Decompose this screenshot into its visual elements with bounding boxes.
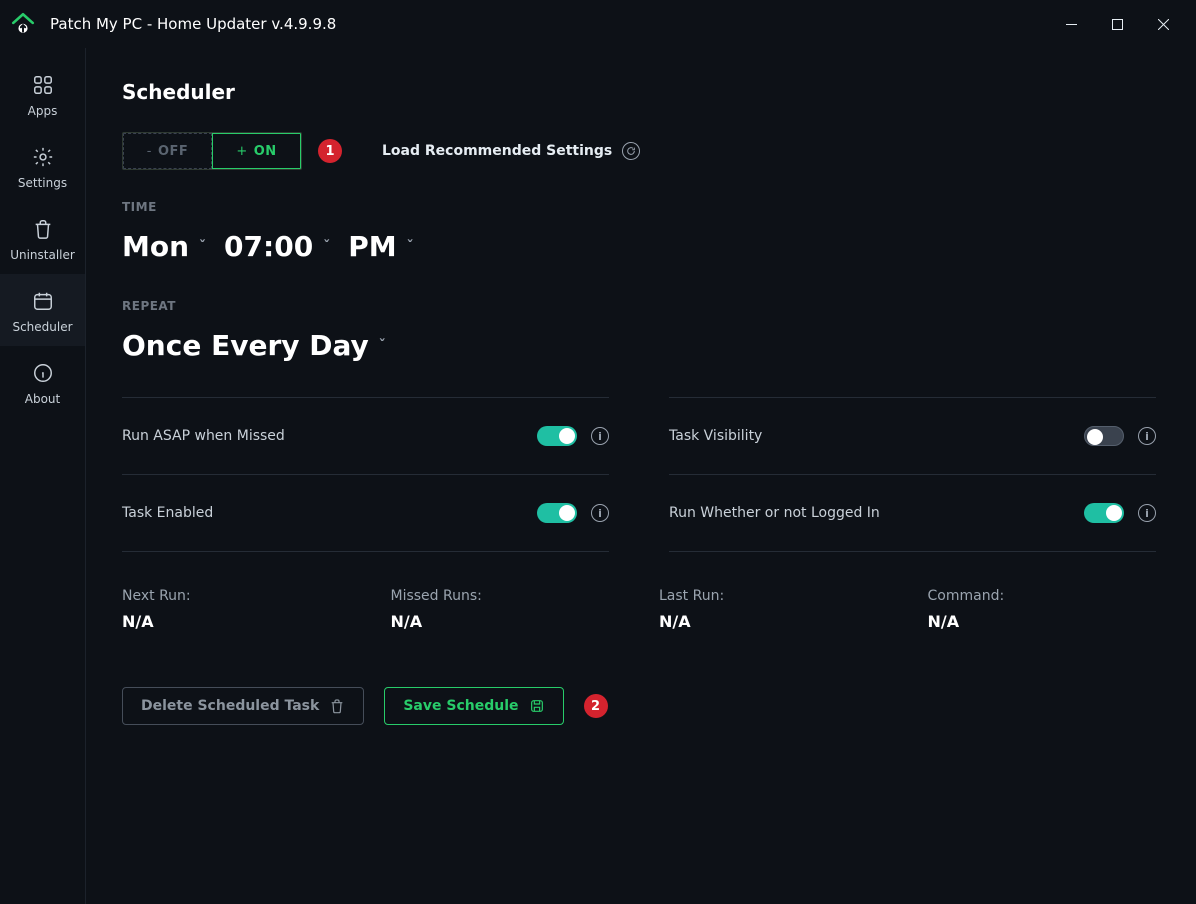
status-next-run: Next Run: N/A — [122, 588, 351, 631]
info-icon[interactable]: i — [591, 504, 609, 522]
button-label: Delete Scheduled Task — [141, 698, 319, 714]
trash-icon — [329, 698, 345, 714]
repeat-section-label: REPEAT — [122, 299, 1156, 313]
time-section-label: TIME — [122, 200, 1156, 214]
chevron-down-icon: ˇ — [379, 338, 386, 354]
maximize-button[interactable] — [1094, 1, 1140, 47]
status-value: N/A — [928, 612, 1157, 631]
toggle-off-label: OFF — [158, 144, 188, 159]
repeat-picker[interactable]: Once Every Day ˇ — [122, 329, 386, 362]
window-title: Patch My PC - Home Updater v.4.9.9.8 — [50, 15, 336, 33]
status-missed-runs: Missed Runs: N/A — [391, 588, 620, 631]
info-icon[interactable]: i — [1138, 427, 1156, 445]
day-picker[interactable]: Mon ˇ — [122, 230, 206, 263]
info-icon — [30, 360, 56, 386]
time-picker[interactable]: 07:00 ˇ — [224, 230, 330, 263]
annotation-badge-1: 1 — [318, 139, 342, 163]
sidebar-item-settings[interactable]: Settings — [0, 130, 85, 202]
chevron-down-icon: ˇ — [199, 239, 206, 255]
delete-schedule-button[interactable]: Delete Scheduled Task — [122, 687, 364, 725]
button-label: Save Schedule — [403, 698, 518, 714]
option-label: Task Enabled — [122, 505, 213, 521]
toggle-on-label: ON — [254, 144, 277, 159]
trash-icon — [30, 216, 56, 242]
sidebar-item-label: Apps — [28, 104, 58, 118]
status-value: N/A — [659, 612, 888, 631]
main-content: Scheduler -OFF +ON 1 Load Recommended Se… — [86, 48, 1196, 904]
status-label: Last Run: — [659, 588, 888, 604]
option-label: Run Whether or not Logged In — [669, 505, 880, 521]
status-last-run: Last Run: N/A — [659, 588, 888, 631]
ampm-picker[interactable]: PM ˇ — [348, 230, 413, 263]
save-icon — [529, 698, 545, 714]
app-logo-icon — [10, 11, 36, 37]
page-title: Scheduler — [122, 80, 1156, 104]
refresh-icon — [622, 142, 640, 160]
status-label: Command: — [928, 588, 1157, 604]
sidebar-item-scheduler[interactable]: Scheduler — [0, 274, 85, 346]
scheduler-toggle[interactable]: -OFF +ON — [122, 132, 302, 170]
title-bar: Patch My PC - Home Updater v.4.9.9.8 — [0, 0, 1196, 48]
status-label: Missed Runs: — [391, 588, 620, 604]
gear-icon — [30, 144, 56, 170]
minimize-button[interactable] — [1048, 1, 1094, 47]
info-icon[interactable]: i — [591, 427, 609, 445]
sidebar-item-label: Settings — [18, 176, 67, 190]
option-task-enabled: Task Enabled i — [122, 474, 609, 552]
sidebar-item-uninstaller[interactable]: Uninstaller — [0, 202, 85, 274]
calendar-icon — [30, 288, 56, 314]
switch-run-asap[interactable] — [537, 426, 577, 446]
load-recommended-label: Load Recommended Settings — [382, 143, 612, 159]
sidebar-item-label: Uninstaller — [10, 248, 75, 262]
load-recommended-button[interactable]: Load Recommended Settings — [370, 134, 652, 168]
ampm-value: PM — [348, 230, 396, 263]
toggle-off[interactable]: -OFF — [123, 133, 212, 169]
option-run-logged-in: Run Whether or not Logged In i — [669, 474, 1156, 552]
sidebar-item-label: About — [25, 392, 60, 406]
sidebar-item-apps[interactable]: Apps — [0, 58, 85, 130]
info-icon[interactable]: i — [1138, 504, 1156, 522]
status-value: N/A — [122, 612, 351, 631]
day-value: Mon — [122, 230, 189, 263]
option-run-asap: Run ASAP when Missed i — [122, 397, 609, 475]
apps-icon — [30, 72, 56, 98]
time-value: 07:00 — [224, 230, 313, 263]
option-label: Run ASAP when Missed — [122, 428, 285, 444]
status-label: Next Run: — [122, 588, 351, 604]
close-button[interactable] — [1140, 1, 1186, 47]
switch-task-enabled[interactable] — [537, 503, 577, 523]
save-schedule-button[interactable]: Save Schedule — [384, 687, 563, 725]
repeat-value: Once Every Day — [122, 329, 369, 362]
option-label: Task Visibility — [669, 428, 762, 444]
window-controls — [1048, 1, 1186, 47]
status-command: Command: N/A — [928, 588, 1157, 631]
sidebar-item-label: Scheduler — [12, 320, 72, 334]
switch-task-visibility[interactable] — [1084, 426, 1124, 446]
sidebar: Apps Settings Uninstaller — [0, 48, 86, 904]
sidebar-item-about[interactable]: About — [0, 346, 85, 418]
status-value: N/A — [391, 612, 620, 631]
chevron-down-icon: ˇ — [407, 239, 414, 255]
switch-run-logged-in[interactable] — [1084, 503, 1124, 523]
chevron-down-icon: ˇ — [323, 239, 330, 255]
toggle-on[interactable]: +ON — [212, 133, 301, 169]
annotation-badge-2: 2 — [584, 694, 608, 718]
option-task-visibility: Task Visibility i — [669, 397, 1156, 475]
